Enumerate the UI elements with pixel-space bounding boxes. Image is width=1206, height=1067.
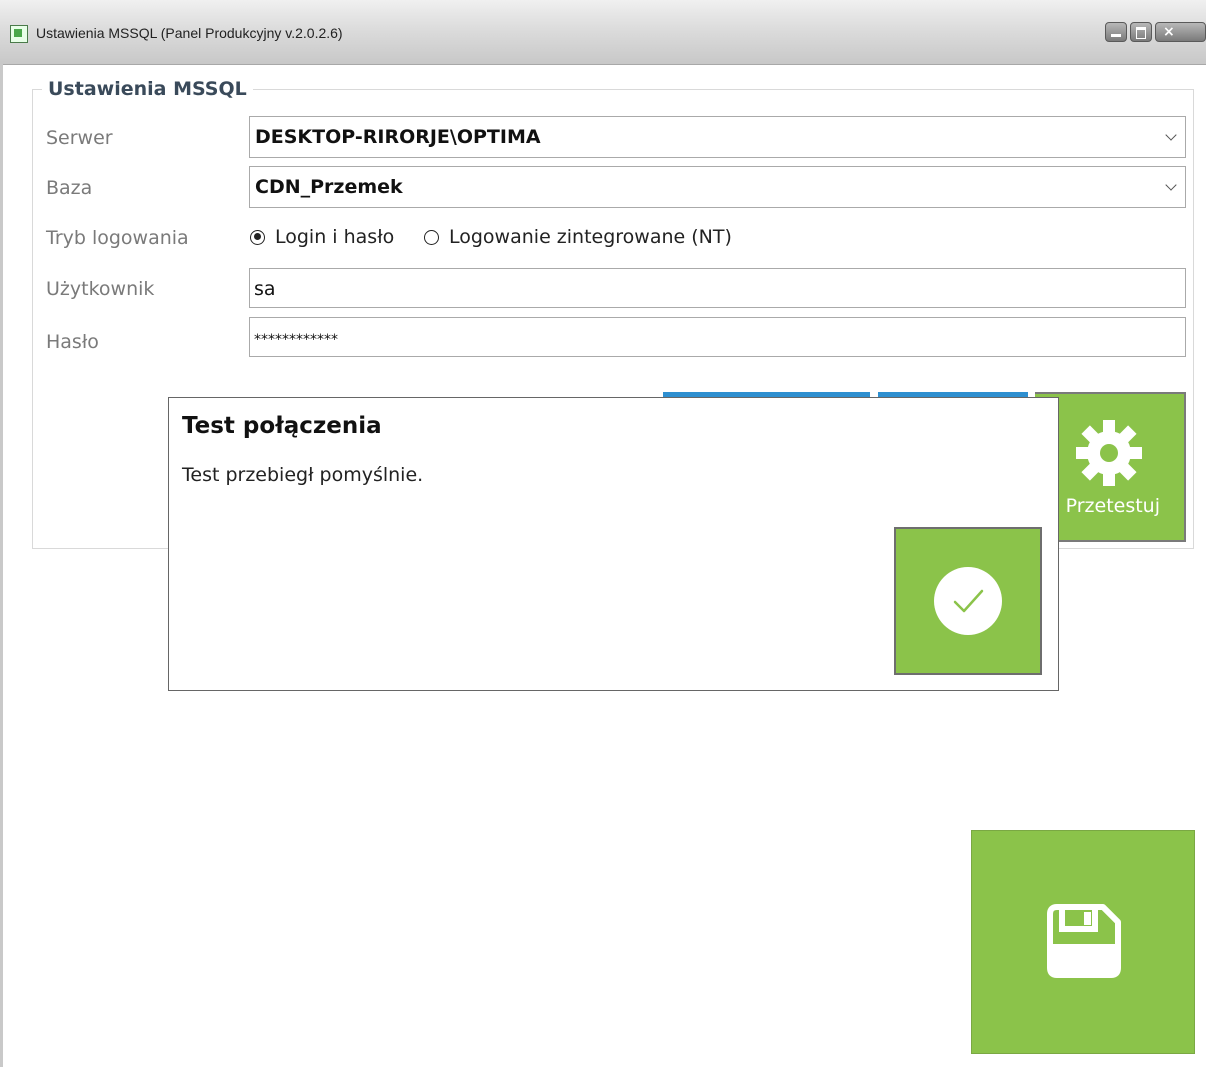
close-icon: ×	[1163, 24, 1175, 40]
radio-selected-icon[interactable]	[250, 229, 265, 245]
database-label: Baza	[46, 177, 93, 199]
dialog-ok-button[interactable]	[894, 527, 1042, 675]
user-label: Użytkownik	[46, 278, 155, 300]
minimize-button[interactable]	[1105, 22, 1127, 42]
password-input[interactable]: ************	[249, 317, 1186, 357]
check-icon	[953, 589, 984, 613]
password-value: ************	[254, 332, 338, 348]
user-value: sa	[254, 278, 276, 300]
chevron-down-icon[interactable]	[1165, 179, 1177, 191]
user-input[interactable]: sa	[249, 268, 1186, 308]
check-circle-icon	[934, 567, 1002, 635]
app-icon[interactable]	[10, 25, 28, 43]
login-mode-label: Tryb logowania	[46, 227, 189, 249]
dialog-message: Test przebiegł pomyślnie.	[182, 464, 424, 486]
gear-icon	[1076, 420, 1142, 486]
server-combobox[interactable]: DESKTOP-RIRORJE\OPTIMA	[249, 116, 1186, 158]
radio-integrated-login-label: Logowanie zintegrowane (NT)	[449, 226, 732, 248]
password-label: Hasło	[46, 331, 99, 353]
window-title: Ustawienia MSSQL (Panel Produkcyjny v.2.…	[36, 25, 343, 41]
dialog-title: Test połączenia	[182, 413, 382, 439]
radio-unselected-icon[interactable]	[424, 229, 439, 245]
radio-login-password[interactable]: Login i hasło	[250, 225, 394, 249]
close-button[interactable]: ×	[1155, 22, 1206, 42]
connection-test-dialog: Test połączenia Test przebiegł pomyślnie…	[168, 397, 1059, 691]
group-title: Ustawienia MSSQL	[42, 76, 253, 102]
database-combobox[interactable]: CDN_Przemek	[249, 166, 1186, 208]
maximize-button[interactable]	[1130, 22, 1152, 42]
server-value: DESKTOP-RIRORJE\OPTIMA	[255, 126, 541, 148]
title-bar[interactable]: Ustawienia MSSQL (Panel Produkcyjny v.2.…	[0, 0, 1206, 65]
save-button[interactable]	[971, 830, 1195, 1054]
chevron-down-icon[interactable]	[1165, 129, 1177, 141]
radio-login-password-label: Login i hasło	[275, 226, 395, 248]
window-left-border	[0, 64, 3, 1067]
database-value: CDN_Przemek	[255, 176, 403, 198]
floppy-disk-icon	[1047, 904, 1121, 978]
server-label: Serwer	[46, 127, 113, 149]
radio-integrated-login[interactable]: Logowanie zintegrowane (NT)	[424, 225, 732, 249]
